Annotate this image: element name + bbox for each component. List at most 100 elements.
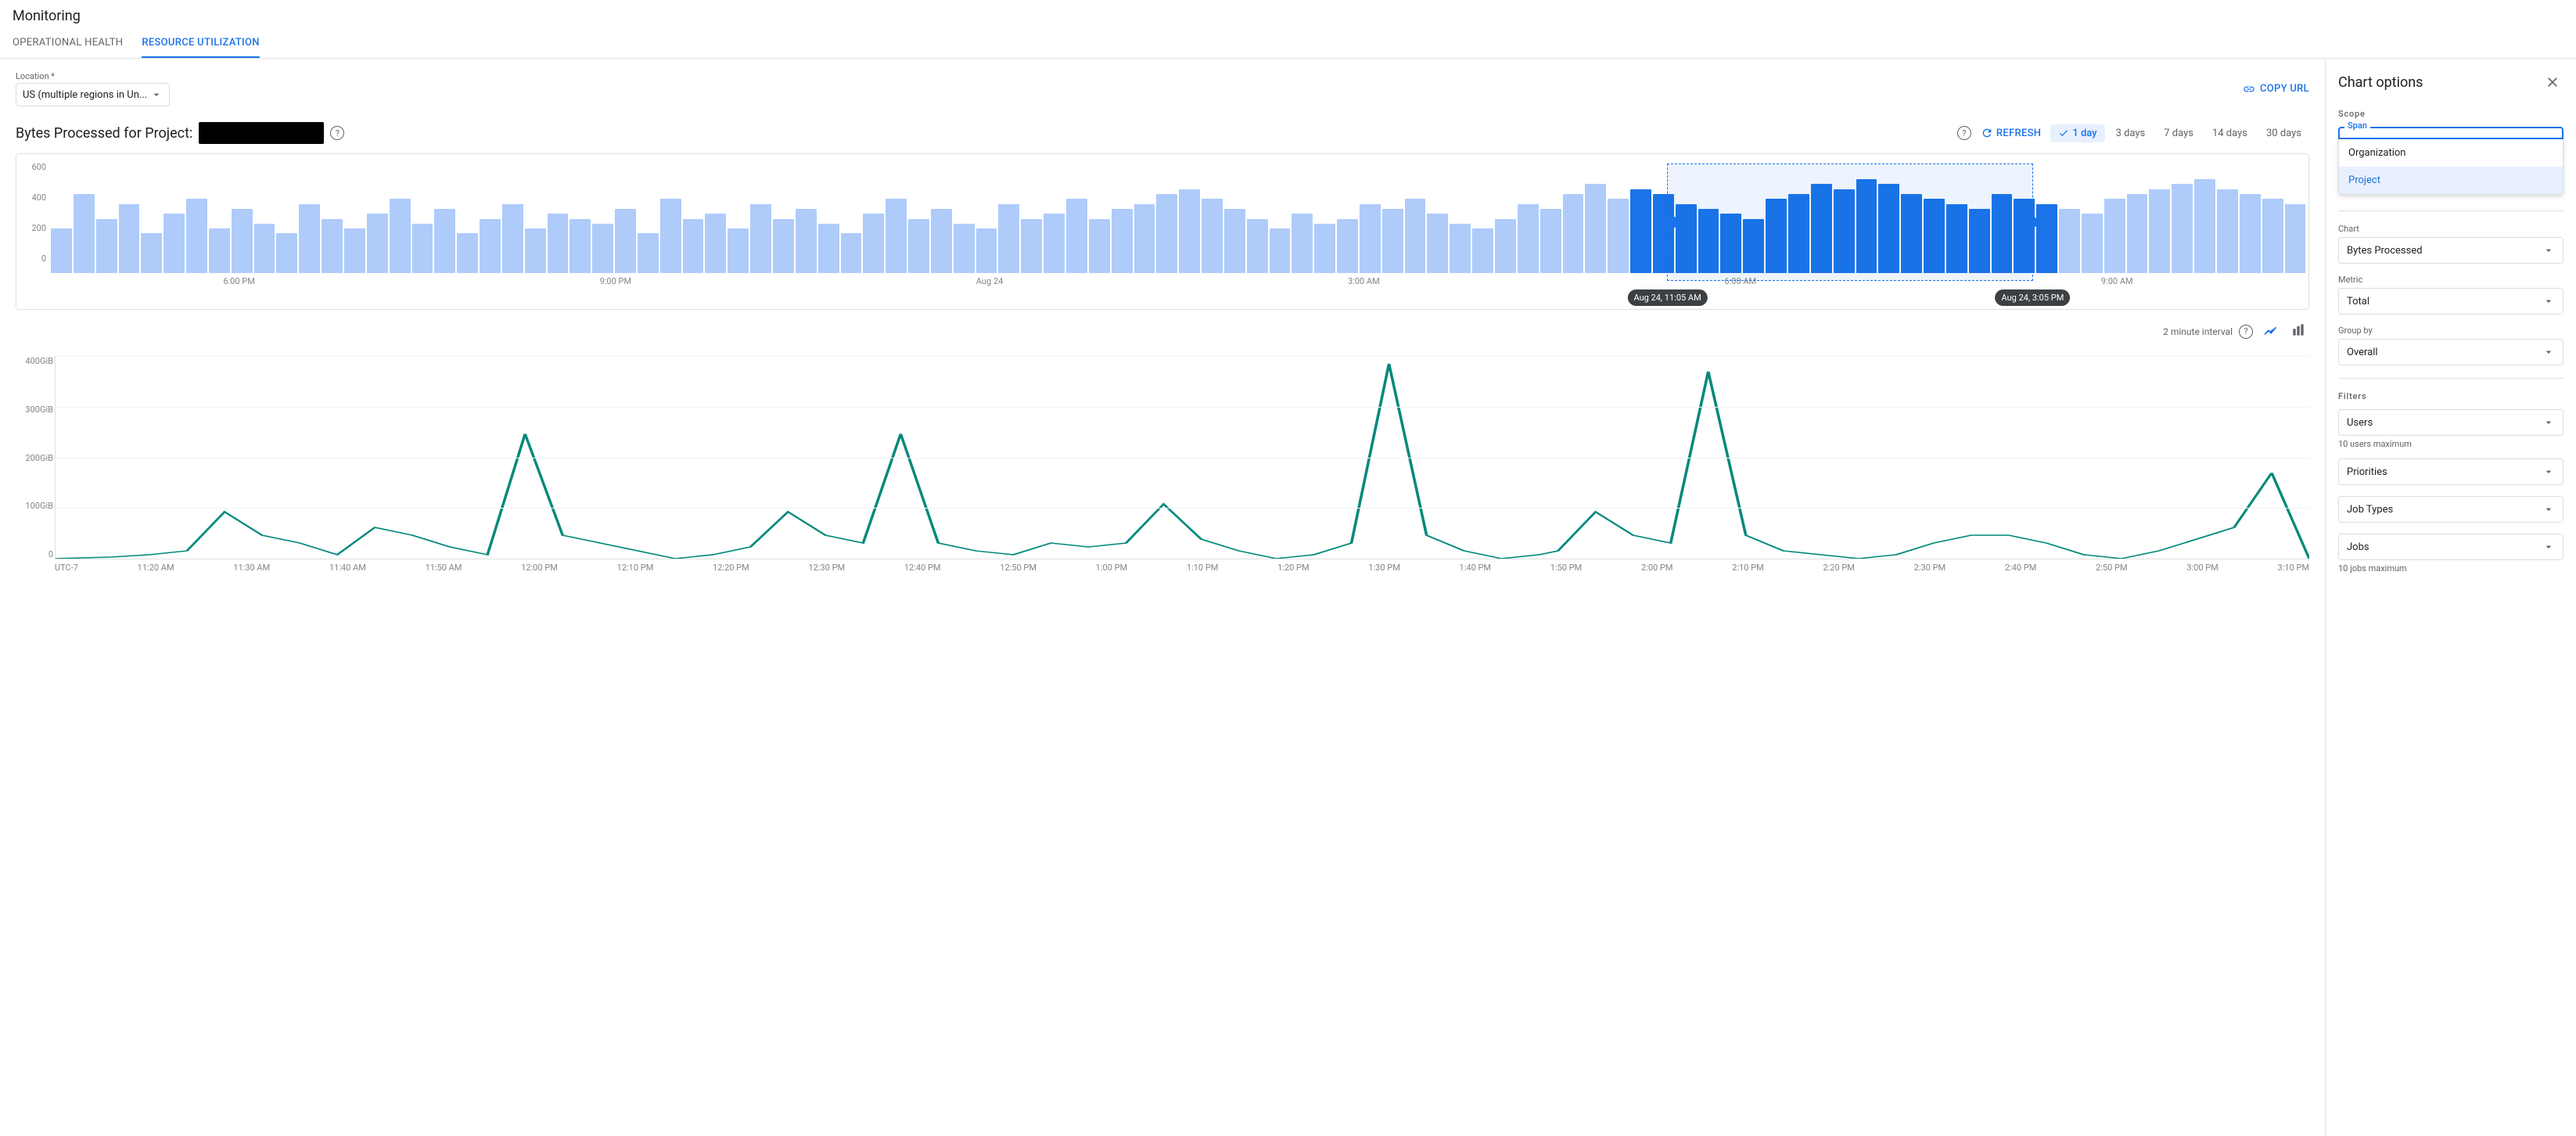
overview-bar bbox=[2082, 214, 2103, 273]
tab-resource-utilization[interactable]: RESOURCE UTILIZATION bbox=[142, 31, 259, 58]
chart-select[interactable]: Bytes Processed bbox=[2338, 237, 2563, 264]
x-200: 2:00 PM bbox=[1641, 563, 1672, 573]
y-label-200: 200 bbox=[21, 223, 46, 233]
overview-bar bbox=[796, 209, 817, 273]
group-by-select[interactable]: Overall bbox=[2338, 339, 2563, 365]
overview-bar bbox=[2240, 194, 2261, 273]
overview-bar bbox=[1585, 184, 1606, 273]
time-btn-14days[interactable]: 14 days bbox=[2204, 124, 2255, 142]
overview-bar bbox=[773, 219, 794, 273]
metric-select[interactable]: Total bbox=[2338, 288, 2563, 315]
group-by-select-label: Group by bbox=[2338, 325, 2563, 336]
job-types-filter[interactable]: Job Types bbox=[2338, 496, 2563, 523]
time-btn-30days[interactable]: 30 days bbox=[2258, 124, 2309, 142]
location-select[interactable]: US (multiple regions in Un... bbox=[16, 83, 170, 106]
chart-title-area: Bytes Processed for Project: ? bbox=[16, 122, 344, 144]
overview-bar bbox=[390, 199, 411, 273]
overview-bar bbox=[2285, 204, 2306, 273]
copy-url-label: COPY URL bbox=[2260, 83, 2309, 95]
range-handle-right[interactable] bbox=[2027, 217, 2038, 228]
time-btn-7days-label: 7 days bbox=[2164, 128, 2193, 139]
x-110: 1:10 PM bbox=[1187, 563, 1218, 573]
overview-bar bbox=[1156, 194, 1177, 273]
time-btn-1day[interactable]: 1 day bbox=[2050, 124, 2104, 142]
bar-chart-icon-btn[interactable] bbox=[2287, 319, 2309, 343]
overview-bar bbox=[1134, 204, 1155, 273]
users-filter[interactable]: Users bbox=[2338, 409, 2563, 436]
grid-line-top bbox=[56, 356, 2309, 357]
overview-bar bbox=[412, 224, 433, 273]
chevron-down-icon-users bbox=[2542, 416, 2555, 429]
line-chart-icon-btn[interactable] bbox=[2259, 319, 2281, 343]
chart-title-text: Bytes Processed for Project: bbox=[16, 125, 192, 142]
time-btn-14days-label: 14 days bbox=[2212, 128, 2247, 139]
overview-bar bbox=[1292, 214, 1313, 273]
group-by-select-value: Overall bbox=[2347, 347, 2378, 358]
content-area: Location * US (multiple regions in Un...… bbox=[0, 59, 2326, 1136]
detail-y-labels: 400GiB 300GiB 200GiB 100GiB 0 bbox=[16, 356, 53, 559]
range-selector[interactable]: Aug 24, 11:05 AM Aug 24, 3:05 PM bbox=[1667, 164, 2034, 281]
refresh-icon bbox=[1981, 127, 1993, 139]
time-btn-7days[interactable]: 7 days bbox=[2156, 124, 2201, 142]
span-option-organization[interactable]: Organization bbox=[2339, 139, 2563, 167]
x-1230: 12:30 PM bbox=[808, 563, 845, 573]
overview-bar bbox=[457, 233, 478, 273]
span-option-project[interactable]: Project bbox=[2339, 167, 2563, 194]
time-btn-3days[interactable]: 3 days bbox=[2108, 124, 2154, 142]
jobs-filter-label: Jobs bbox=[2347, 541, 2369, 553]
chart-header: Bytes Processed for Project: ? ? REFRESH… bbox=[16, 122, 2309, 144]
detail-y-400: 400GiB bbox=[16, 356, 53, 366]
interval-help-icon[interactable]: ? bbox=[2239, 325, 2253, 339]
tab-operational-health[interactable]: OPERATIONAL HEALTH bbox=[13, 31, 123, 58]
span-field-container: Span Organization Project bbox=[2338, 127, 2563, 195]
overview-bar bbox=[299, 204, 320, 273]
overview-bar bbox=[141, 233, 162, 273]
overview-bar bbox=[1450, 224, 1471, 273]
overview-bar bbox=[322, 219, 343, 273]
overview-bar bbox=[2036, 204, 2057, 273]
overview-bar bbox=[232, 209, 253, 273]
copy-url-button[interactable]: COPY URL bbox=[2243, 83, 2309, 95]
refresh-button[interactable]: REFRESH bbox=[1981, 127, 2041, 139]
range-handle-left[interactable] bbox=[1668, 217, 1679, 228]
location-row: Location * US (multiple regions in Un...… bbox=[16, 71, 2309, 106]
overview-chart[interactable]: 600 400 200 0 Aug 24, 11:05 AM Aug 24, 3… bbox=[16, 153, 2309, 310]
filters-section: Filters Users 10 users maximum Prioritie… bbox=[2338, 391, 2563, 573]
overview-bar bbox=[976, 228, 997, 273]
chart-options-section: Chart Bytes Processed Metric Total Group… bbox=[2338, 224, 2563, 365]
overview-bar bbox=[1630, 189, 1651, 273]
job-types-filter-label: Job Types bbox=[2347, 504, 2393, 516]
overview-bar bbox=[2127, 194, 2148, 273]
close-button[interactable] bbox=[2542, 71, 2563, 93]
overview-bar bbox=[1472, 228, 1493, 273]
help-icon[interactable]: ? bbox=[330, 126, 344, 140]
bar-chart-icon bbox=[2290, 322, 2306, 338]
chevron-down-icon-jobs bbox=[2542, 541, 2555, 553]
overview-bar bbox=[1337, 219, 1358, 273]
x-1210: 12:10 PM bbox=[617, 563, 654, 573]
chart-select-label: Chart bbox=[2338, 224, 2563, 234]
time-btn-1day-label: 1 day bbox=[2072, 128, 2096, 139]
x-label-300am: 3:00 AM bbox=[1348, 276, 1380, 286]
link-icon bbox=[2243, 83, 2255, 95]
detail-chart-area bbox=[55, 356, 2309, 559]
time-buttons: 1 day 3 days 7 days 14 days 30 days bbox=[2050, 124, 2309, 142]
divider-1 bbox=[2338, 210, 2563, 211]
interval-label: 2 minute interval bbox=[2163, 326, 2233, 337]
overview-bar bbox=[1270, 228, 1291, 273]
chart-help-icon[interactable]: ? bbox=[1957, 126, 1971, 140]
x-1130: 11:30 AM bbox=[233, 563, 270, 573]
chevron-down-icon-groupby bbox=[2542, 346, 2555, 358]
x-utc7: UTC-7 bbox=[55, 563, 78, 573]
app-title: Monitoring bbox=[13, 8, 2563, 31]
jobs-filter[interactable]: Jobs bbox=[2338, 534, 2563, 560]
users-filter-label: Users bbox=[2347, 417, 2373, 429]
overview-bar bbox=[886, 199, 907, 273]
metric-select-value: Total bbox=[2347, 296, 2369, 307]
priorities-filter[interactable]: Priorities bbox=[2338, 458, 2563, 485]
x-1220: 12:20 PM bbox=[713, 563, 749, 573]
span-input[interactable] bbox=[2338, 127, 2563, 139]
overview-bar bbox=[592, 224, 613, 273]
overview-bar bbox=[1427, 214, 1448, 273]
overview-bar bbox=[186, 199, 207, 273]
